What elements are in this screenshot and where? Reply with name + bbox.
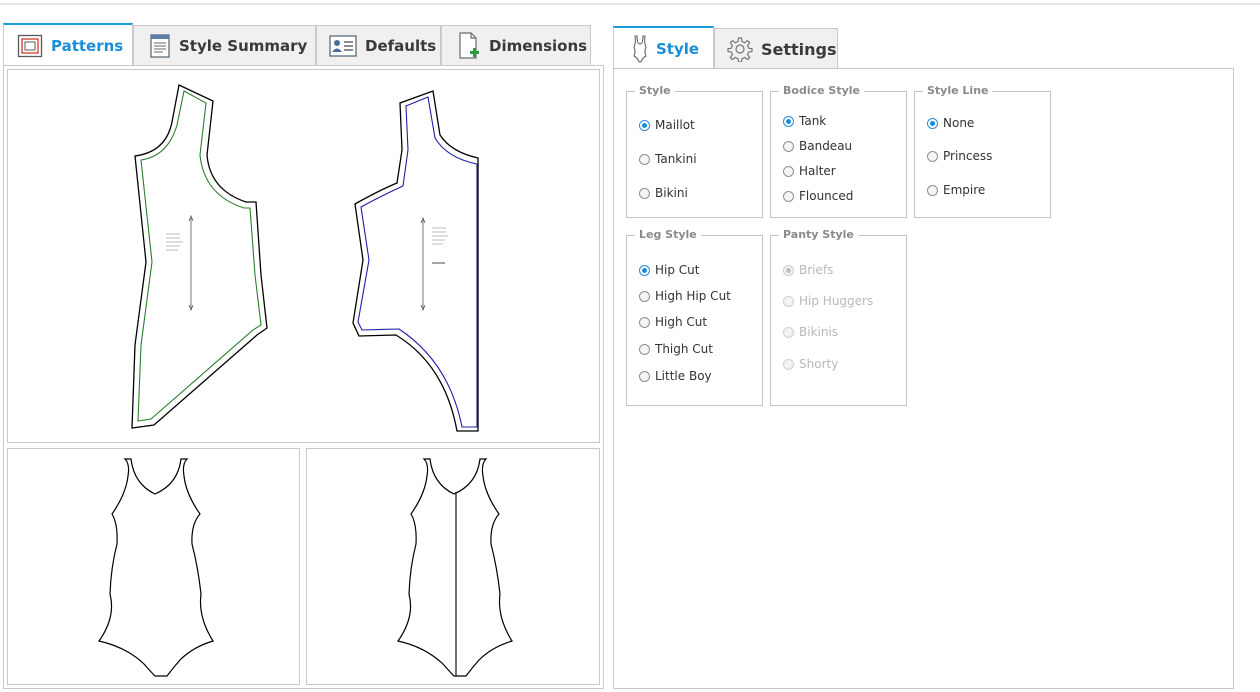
radio-button-checked[interactable] — [639, 119, 650, 131]
panty-style-group-title: Panty Style — [779, 228, 858, 241]
leg-style-group: Leg Style Hip Cut High Hip Cut High Cut … — [626, 228, 763, 406]
radio-button[interactable] — [639, 316, 650, 328]
dimensions-icon — [457, 32, 481, 60]
tab-style-label: Style — [656, 39, 700, 58]
radio-button-checked[interactable] — [783, 115, 794, 127]
radio-button-checked[interactable] — [639, 264, 650, 276]
radio-button[interactable] — [639, 370, 650, 382]
radio-bodice-bandeau[interactable]: Bandeau — [783, 139, 852, 153]
radio-bodice-tank[interactable]: Tank — [783, 114, 826, 128]
front-pattern-piece — [131, 84, 268, 429]
radio-panty-briefs: Briefs — [783, 263, 833, 277]
patterns-panel — [3, 65, 604, 689]
tab-patterns-label: Patterns — [51, 36, 124, 55]
radio-style-bikini[interactable]: Bikini — [639, 186, 688, 200]
radio-leg-high-cut[interactable]: High Cut — [639, 315, 707, 329]
top-divider — [0, 3, 1260, 5]
radio-label: Empire — [943, 183, 986, 197]
radio-label: Shorty — [799, 357, 839, 371]
radio-label: None — [943, 116, 975, 130]
radio-button — [783, 326, 794, 338]
panty-style-group: Panty Style Briefs Hip Huggers Bikinis S… — [770, 228, 907, 406]
radio-style-line-empire[interactable]: Empire — [927, 183, 985, 197]
radio-label: Flounced — [799, 189, 854, 203]
style-options-panel: Style Maillot Tankini Bikini Bodice Styl… — [613, 68, 1234, 689]
back-view-preview[interactable] — [306, 448, 600, 685]
pattern-pieces-view[interactable] — [7, 69, 600, 443]
swimsuit-icon — [632, 34, 648, 63]
front-view-preview[interactable] — [7, 448, 300, 685]
radio-leg-high-hip-cut[interactable]: High Hip Cut — [639, 289, 731, 303]
radio-panty-hip-huggers: Hip Huggers — [783, 294, 873, 308]
radio-label: Thigh Cut — [655, 342, 713, 356]
radio-label: Maillot — [655, 118, 695, 132]
radio-style-maillot[interactable]: Maillot — [639, 118, 695, 132]
radio-bodice-halter[interactable]: Halter — [783, 164, 836, 178]
defaults-icon — [329, 35, 357, 57]
gear-icon — [727, 36, 753, 62]
radio-label: Bandeau — [799, 139, 853, 153]
radio-label: Tank — [799, 114, 827, 128]
radio-style-line-princess[interactable]: Princess — [927, 149, 992, 163]
radio-style-line-none[interactable]: None — [927, 116, 974, 130]
tab-dimensions-label: Dimensions — [489, 37, 588, 55]
radio-button[interactable] — [783, 165, 794, 177]
tab-patterns[interactable]: Patterns — [3, 23, 133, 66]
radio-button[interactable] — [927, 184, 938, 196]
tab-style-summary-label: Style Summary — [179, 37, 308, 55]
patterns-icon — [17, 34, 43, 58]
style-line-group: Style Line None Princess Empire — [914, 84, 1051, 218]
radio-button — [783, 295, 794, 307]
tab-settings[interactable]: Settings — [714, 28, 838, 69]
radio-label: Little Boy — [655, 369, 712, 383]
tab-settings-label: Settings — [761, 39, 837, 59]
front-swimsuit-outline — [97, 458, 214, 677]
style-group: Style Maillot Tankini Bikini — [626, 84, 763, 218]
style-summary-icon — [149, 34, 171, 58]
radio-label: Halter — [799, 164, 836, 178]
radio-label: High Hip Cut — [655, 289, 731, 303]
radio-button[interactable] — [927, 150, 938, 162]
radio-button[interactable] — [639, 153, 650, 165]
tab-defaults-label: Defaults — [365, 37, 437, 55]
radio-panty-shorty: Shorty — [783, 357, 838, 371]
radio-leg-hip-cut[interactable]: Hip Cut — [639, 263, 699, 277]
bodice-style-group: Bodice Style Tank Bandeau Halter Flounce… — [770, 84, 907, 218]
radio-leg-little-boy[interactable]: Little Boy — [639, 369, 712, 383]
tab-defaults[interactable]: Defaults — [316, 25, 441, 66]
radio-label: Hip Huggers — [799, 294, 874, 308]
radio-style-tankini[interactable]: Tankini — [639, 152, 697, 166]
back-swimsuit-outline — [396, 458, 513, 677]
radio-leg-thigh-cut[interactable]: Thigh Cut — [639, 342, 713, 356]
radio-button-checked[interactable] — [927, 117, 938, 129]
radio-label: Princess — [943, 149, 993, 163]
radio-button[interactable] — [639, 343, 650, 355]
style-line-group-title: Style Line — [923, 84, 993, 97]
tab-dimensions[interactable]: Dimensions — [441, 25, 591, 66]
radio-label: High Cut — [655, 315, 708, 329]
radio-button[interactable] — [783, 140, 794, 152]
bodice-style-group-title: Bodice Style — [779, 84, 864, 97]
radio-button[interactable] — [783, 190, 794, 202]
radio-label: Bikinis — [799, 325, 839, 339]
radio-button-checked — [783, 264, 794, 276]
leg-style-group-title: Leg Style — [635, 228, 701, 241]
back-pattern-piece — [352, 90, 479, 432]
radio-label: Tankini — [655, 152, 697, 166]
style-group-title: Style — [635, 84, 675, 97]
tab-style-summary[interactable]: Style Summary — [133, 25, 316, 66]
radio-button[interactable] — [639, 187, 650, 199]
radio-label: Hip Cut — [655, 263, 700, 277]
radio-label: Bikini — [655, 186, 688, 200]
radio-label: Briefs — [799, 263, 834, 277]
radio-bodice-flounced[interactable]: Flounced — [783, 189, 853, 203]
radio-panty-bikinis: Bikinis — [783, 325, 838, 339]
radio-button[interactable] — [639, 290, 650, 302]
radio-button — [783, 358, 794, 370]
tab-style[interactable]: Style — [613, 26, 714, 69]
